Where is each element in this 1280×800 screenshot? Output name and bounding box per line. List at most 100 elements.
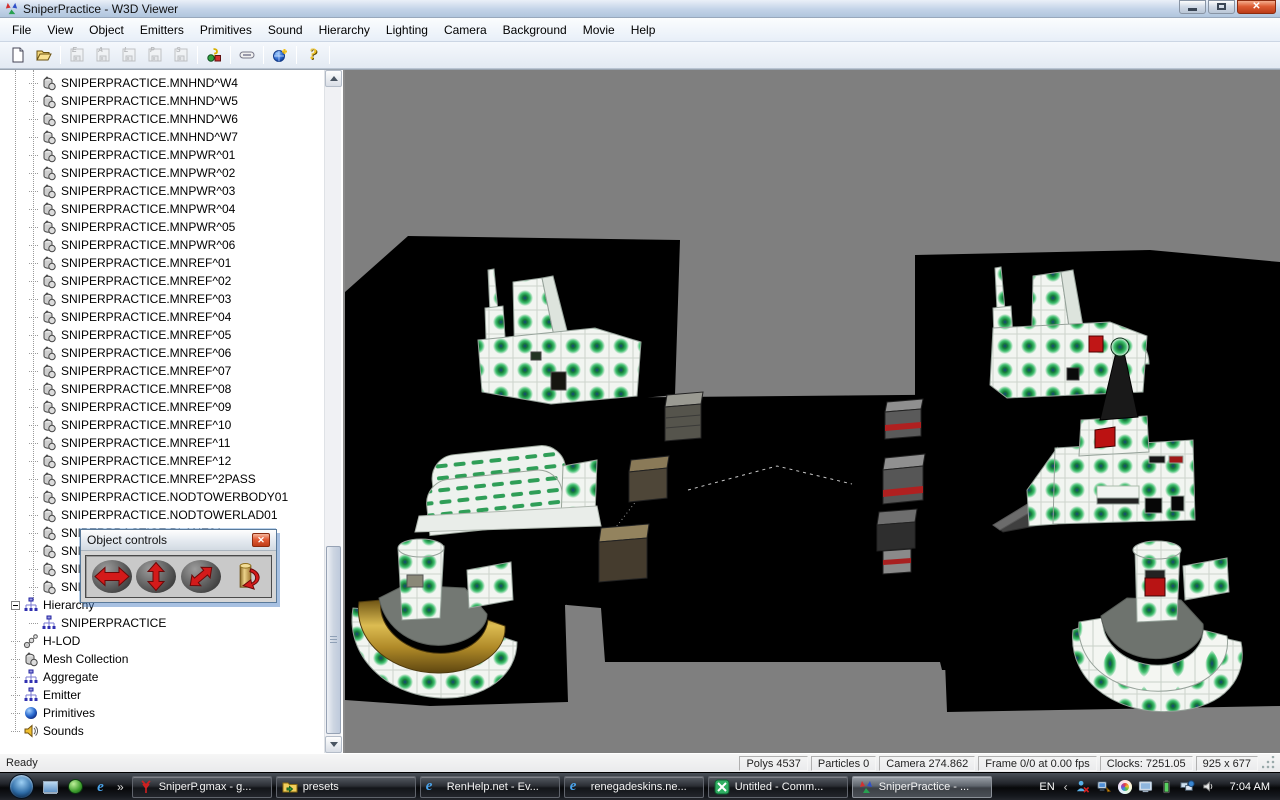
help-button[interactable]: ? <box>301 44 325 66</box>
viewport-3d[interactable] <box>345 70 1280 753</box>
add-object-button[interactable] <box>268 44 292 66</box>
scrollbar-thumb[interactable] <box>326 546 341 734</box>
tree-item-emitter[interactable]: Emitter <box>0 686 323 704</box>
tree-item-sniperpractice-mnref-10[interactable]: SNIPERPRACTICE.MNREF^10 <box>0 416 323 434</box>
task-presets[interactable]: presets <box>276 776 416 798</box>
scene-settings-button[interactable] <box>202 44 226 66</box>
messenger-icon[interactable] <box>1075 779 1091 795</box>
tree-item-sniperpractice-nodtowerlad01[interactable]: SNIPERPRACTICE.NODTOWERLAD01 <box>0 506 323 524</box>
translate-plane-button[interactable] <box>181 560 221 593</box>
menu-help[interactable]: Help <box>623 20 664 40</box>
tray-collapse-chevron[interactable]: ‹ <box>1064 780 1068 794</box>
tree-item-sniperpractice-mnpwr-06[interactable]: SNIPERPRACTICE.MNPWR^06 <box>0 236 323 254</box>
tree-item-sniperpractice[interactable]: SNIPERPRACTICE <box>0 614 323 632</box>
tree-item-sniperpractice-mnref-2pass[interactable]: SNIPERPRACTICE.MNREF^2PASS <box>0 470 323 488</box>
rotate-button[interactable] <box>225 560 265 593</box>
tree-expander-minus[interactable] <box>11 601 20 610</box>
export-primitive-button[interactable]: P <box>143 44 167 66</box>
task-sniperp-gmax-g[interactable]: SniperP.gmax - g... <box>132 776 272 798</box>
export-lod-button[interactable]: L <box>117 44 141 66</box>
tree-item-sniperpractice-mnref-01[interactable]: SNIPERPRACTICE.MNREF^01 <box>0 254 323 272</box>
media-player-icon[interactable] <box>67 778 84 795</box>
tree-item-sniperpractice-mnpwr-02[interactable]: SNIPERPRACTICE.MNPWR^02 <box>0 164 323 182</box>
task-renhelp-net-ev[interactable]: e RenHelp.net - Ev... <box>420 776 560 798</box>
menu-background[interactable]: Background <box>495 20 575 40</box>
menu-camera[interactable]: Camera <box>436 20 495 40</box>
tree-item-sniperpractice-mnref-08[interactable]: SNIPERPRACTICE.MNREF^08 <box>0 380 323 398</box>
tree-item-mesh-collection[interactable]: Mesh Collection <box>0 650 323 668</box>
sync-icon[interactable] <box>1096 779 1112 795</box>
quick-launch-overflow[interactable]: » <box>117 780 124 794</box>
tree-item-sniperpractice-mnhnd-w5[interactable]: SNIPERPRACTICE.MNHND^W5 <box>0 92 323 110</box>
tree-item-primitives[interactable]: Primitives <box>0 704 323 722</box>
menu-file[interactable]: File <box>4 20 39 40</box>
menu-lighting[interactable]: Lighting <box>378 20 436 40</box>
menu-primitives[interactable]: Primitives <box>192 20 260 40</box>
tree-item-sniperpractice-mnref-02[interactable]: SNIPERPRACTICE.MNREF^02 <box>0 272 323 290</box>
resize-grip[interactable] <box>1262 756 1276 770</box>
tree-item-sniperpractice-mnhnd-w7[interactable]: SNIPERPRACTICE.MNHND^W7 <box>0 128 323 146</box>
tree-connector <box>29 349 38 354</box>
translate-y-button[interactable] <box>136 560 176 593</box>
tree-item-label: SNIPERPRACTICE.MNPWR^04 <box>61 202 235 216</box>
tree-item-sniperpractice-mnhnd-w4[interactable]: SNIPERPRACTICE.MNHND^W4 <box>0 74 323 92</box>
minimize-button[interactable] <box>1179 0 1206 14</box>
tree-item-aggregate[interactable]: Aggregate <box>0 668 323 686</box>
battery-icon[interactable] <box>1159 779 1175 795</box>
tree-item-sniperpractice-mnref-09[interactable]: SNIPERPRACTICE.MNREF^09 <box>0 398 323 416</box>
menu-sound[interactable]: Sound <box>260 20 311 40</box>
sphere-icon <box>23 705 40 721</box>
tree-item-sniperpractice-nodtowerbody01[interactable]: SNIPERPRACTICE.NODTOWERBODY01 <box>0 488 323 506</box>
tree-item-sniperpractice-mnref-11[interactable]: SNIPERPRACTICE.MNREF^11 <box>0 434 323 452</box>
tree-connector <box>29 583 38 588</box>
tree-item-sniperpractice-mnref-06[interactable]: SNIPERPRACTICE.MNREF^06 <box>0 344 323 362</box>
maximize-button[interactable] <box>1208 0 1235 14</box>
tree-item-sniperpractice-mnpwr-05[interactable]: SNIPERPRACTICE.MNPWR^05 <box>0 218 323 236</box>
dialog-close-button[interactable]: ✕ <box>252 533 270 547</box>
title-bar[interactable]: SniperPractice - W3D Viewer ✕ <box>0 0 1280 18</box>
scroll-up-button[interactable] <box>325 70 342 87</box>
display-icon[interactable] <box>1138 779 1154 795</box>
close-button[interactable]: ✕ <box>1237 0 1276 14</box>
tree-item-sniperpractice-mnref-12[interactable]: SNIPERPRACTICE.MNREF^12 <box>0 452 323 470</box>
tree-item-sniperpractice-mnref-05[interactable]: SNIPERPRACTICE.MNREF^05 <box>0 326 323 344</box>
tree-scrollbar[interactable] <box>324 70 341 753</box>
tree-connector <box>29 115 38 120</box>
tree-item-sniperpractice-mnpwr-03[interactable]: SNIPERPRACTICE.MNPWR^03 <box>0 182 323 200</box>
menu-movie[interactable]: Movie <box>575 20 623 40</box>
animation-toolbar-button[interactable] <box>235 44 259 66</box>
start-button[interactable] <box>9 774 34 799</box>
volume-icon[interactable] <box>1201 779 1217 795</box>
tree-item-sniperpractice-mnref-04[interactable]: SNIPERPRACTICE.MNREF^04 <box>0 308 323 326</box>
tree-item-sniperpractice-mnpwr-01[interactable]: SNIPERPRACTICE.MNPWR^01 <box>0 146 323 164</box>
export-aggregate-button[interactable]: A <box>91 44 115 66</box>
task-renegadeskins-ne[interactable]: e renegadeskins.ne... <box>564 776 704 798</box>
tree-item-sniperpractice-mnpwr-04[interactable]: SNIPERPRACTICE.MNPWR^04 <box>0 200 323 218</box>
menu-hierarchy[interactable]: Hierarchy <box>311 20 378 40</box>
network-icon[interactable] <box>1180 779 1196 795</box>
dialog-title-bar[interactable]: Object controls ✕ <box>81 530 276 551</box>
tree-item-label: SNIPERPRACTICE.MNPWR^01 <box>61 148 235 162</box>
new-file-button[interactable] <box>6 44 30 66</box>
internet-explorer-icon[interactable]: e <box>92 778 109 795</box>
show-desktop-icon[interactable] <box>42 778 59 795</box>
task-sniperpractice[interactable]: SniperPractice - ... <box>852 776 992 798</box>
tree-item-sniperpractice-mnhnd-w6[interactable]: SNIPERPRACTICE.MNHND^W6 <box>0 110 323 128</box>
tree-item-sniperpractice-mnref-07[interactable]: SNIPERPRACTICE.MNREF^07 <box>0 362 323 380</box>
task-untitled-comm[interactable]: Untitled - Comm... <box>708 776 848 798</box>
export-emitter-button[interactable]: E <box>65 44 89 66</box>
object-controls-dialog[interactable]: Object controls ✕ <box>80 529 277 603</box>
tree-item-h-lod[interactable]: H-LOD <box>0 632 323 650</box>
menu-emitters[interactable]: Emitters <box>132 20 192 40</box>
scroll-down-button[interactable] <box>325 736 342 753</box>
menu-object[interactable]: Object <box>81 20 132 40</box>
export-sound-button[interactable]: S <box>169 44 193 66</box>
menu-view[interactable]: View <box>39 20 81 40</box>
language-indicator[interactable]: EN <box>1039 781 1054 793</box>
tree-connector <box>29 475 38 480</box>
open-file-button[interactable] <box>32 44 56 66</box>
tree-item-sounds[interactable]: Sounds <box>0 722 323 740</box>
translate-x-button[interactable] <box>92 560 132 593</box>
tree-item-sniperpractice-mnref-03[interactable]: SNIPERPRACTICE.MNREF^03 <box>0 290 323 308</box>
color-wheel-icon[interactable] <box>1117 779 1133 795</box>
